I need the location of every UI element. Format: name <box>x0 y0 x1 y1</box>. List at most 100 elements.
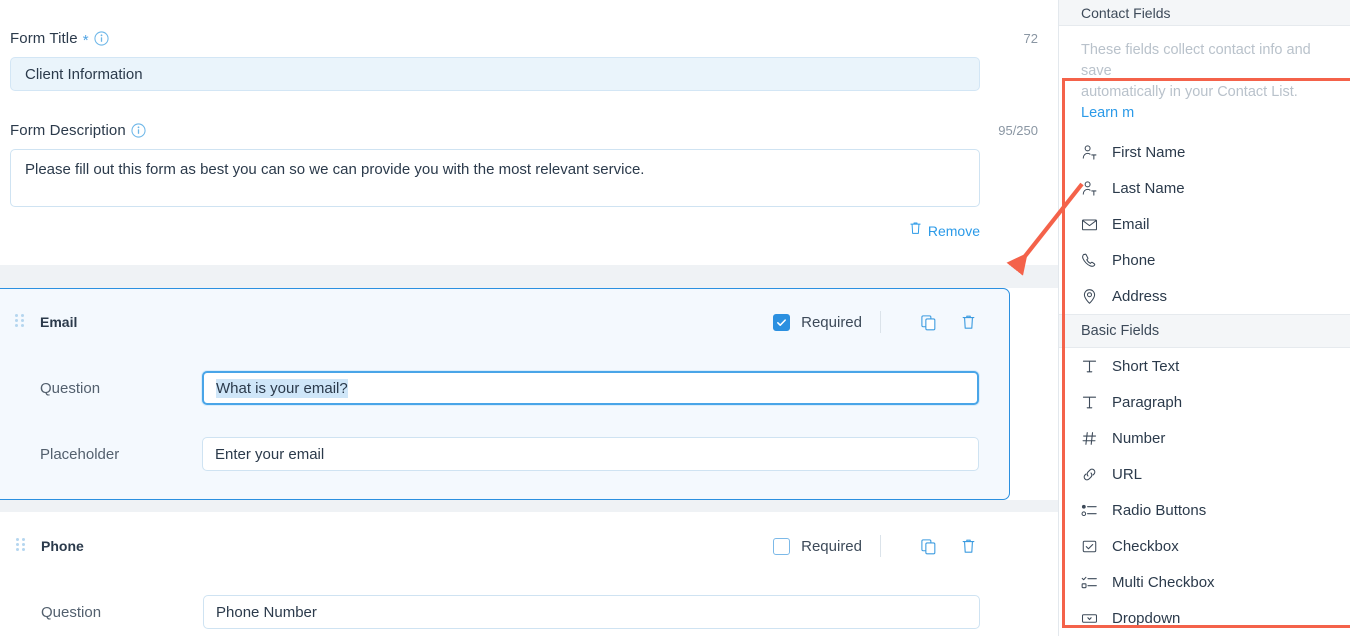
field-item-label: Address <box>1112 287 1168 305</box>
form-title-char-counter: 72 <box>1023 30 1038 46</box>
field-item-label: Multi Checkbox <box>1112 573 1215 591</box>
field-item-dropdown[interactable]: Dropdown <box>1059 600 1350 636</box>
required-label-phone: Required <box>801 537 862 555</box>
placeholder-input-email[interactable]: Enter your email <box>202 437 979 471</box>
section-divider-band-1 <box>0 265 1058 288</box>
field-card-phone-actions: Required <box>773 535 979 557</box>
field-item-email[interactable]: Email <box>1059 206 1350 242</box>
info-icon[interactable] <box>93 30 109 46</box>
field-item-label: Checkbox <box>1112 537 1179 555</box>
field-item-phone[interactable]: Phone <box>1059 242 1350 278</box>
form-header-section: Form Title * 72 Client Information Form … <box>0 0 1058 265</box>
hash-icon <box>1081 430 1098 447</box>
form-description-textarea[interactable]: Please fill out this form as best you ca… <box>10 149 980 207</box>
field-item-last-name[interactable]: Last Name <box>1059 170 1350 206</box>
question-input-phone[interactable]: Phone Number <box>203 595 980 629</box>
person-text-icon <box>1081 180 1098 197</box>
form-description-label-group: Form Description <box>10 122 146 139</box>
field-item-address[interactable]: Address <box>1059 278 1350 314</box>
remove-section-row: Remove <box>10 221 980 240</box>
dropdown-icon <box>1081 610 1098 627</box>
drag-handle-icon[interactable] <box>15 314 24 330</box>
field-item-url[interactable]: URL <box>1059 456 1350 492</box>
field-item-first-name[interactable]: First Name <box>1059 134 1350 170</box>
field-card-email-actions: Required <box>773 311 979 333</box>
form-title-label-row: Form Title * 72 <box>10 26 1048 50</box>
contact-description-line2: automatically in your Contact List. <box>1081 84 1298 101</box>
form-title-input[interactable]: Client Information <box>10 57 980 91</box>
required-checkbox-phone[interactable] <box>773 537 791 555</box>
field-types-panel: Contact Fields These fields collect cont… <box>1058 0 1350 636</box>
field-card-phone-title: Phone <box>41 538 84 554</box>
field-item-label: Email <box>1112 215 1150 233</box>
field-item-multi-checkbox[interactable]: Multi Checkbox <box>1059 564 1350 600</box>
field-item-label: Short Text <box>1112 357 1180 375</box>
question-input-email[interactable]: What is your email? <box>202 371 979 405</box>
person-text-icon <box>1081 144 1098 161</box>
action-separator <box>880 535 881 557</box>
trash-icon[interactable] <box>909 221 922 240</box>
field-card-email-title: Email <box>40 314 78 330</box>
duplicate-icon[interactable] <box>917 311 939 333</box>
form-title-label-group: Form Title * <box>10 29 109 49</box>
field-card-email[interactable]: Email Required Question What is your ema… <box>0 288 1010 500</box>
field-item-label: Phone <box>1112 251 1156 269</box>
action-separator <box>880 311 881 333</box>
field-row-question-phone: Question Phone Number <box>1 579 1009 636</box>
form-description-char-counter: 95/250 <box>998 122 1038 138</box>
form-title-label: Form Title <box>10 29 78 47</box>
field-row-label-placeholder: Placeholder <box>40 445 120 463</box>
form-description-label-row: Form Description 95/250 <box>10 118 1048 142</box>
field-item-paragraph[interactable]: Paragraph <box>1059 384 1350 420</box>
field-item-label: Last Name <box>1112 179 1185 197</box>
delete-icon[interactable] <box>957 535 979 557</box>
envelope-icon <box>1081 216 1098 233</box>
drag-handle-icon[interactable] <box>16 538 25 554</box>
section-divider-band-2 <box>0 500 1058 512</box>
required-checkbox-email[interactable] <box>773 313 791 331</box>
placeholder-input-email-value: Enter your email <box>215 445 325 463</box>
basic-fields-list: Short Text Paragraph Number URL Radio Bu… <box>1059 348 1350 636</box>
learn-more-link[interactable]: Learn m <box>1081 105 1134 121</box>
location-pin-icon <box>1081 288 1098 305</box>
delete-icon[interactable] <box>957 311 979 333</box>
remove-button[interactable]: Remove <box>928 223 980 239</box>
info-icon[interactable] <box>131 122 146 138</box>
form-description-value: Please fill out this form as best you ca… <box>25 161 645 178</box>
field-item-label: Radio Buttons <box>1112 501 1207 519</box>
contact-fields-list: First Name Last Name Email Phone Address <box>1059 134 1350 314</box>
field-item-checkbox[interactable]: Checkbox <box>1059 528 1350 564</box>
question-input-phone-value: Phone Number <box>216 603 317 621</box>
contact-fields-header: Contact Fields <box>1059 0 1350 26</box>
field-item-label: Number <box>1112 429 1166 447</box>
field-item-number[interactable]: Number <box>1059 420 1350 456</box>
field-item-label: First Name <box>1112 143 1186 161</box>
text-t-icon <box>1081 394 1098 411</box>
basic-fields-header: Basic Fields <box>1059 314 1350 349</box>
field-row-question-email: Question What is your email? <box>0 355 1009 421</box>
field-row-label-question: Question <box>40 379 101 397</box>
required-asterisk: * <box>82 31 89 49</box>
required-label-email: Required <box>801 313 862 331</box>
contact-description-line1: These fields collect contact info and sa… <box>1081 42 1311 80</box>
field-card-phone[interactable]: Phone Required Question Phone Number <box>0 512 1010 636</box>
field-row-label-question: Question <box>41 603 102 621</box>
field-item-label: Dropdown <box>1112 609 1181 627</box>
radio-list-icon <box>1081 502 1098 519</box>
multi-checkbox-icon <box>1081 574 1098 591</box>
form-description-label: Form Description <box>10 121 126 139</box>
field-row-placeholder-email: Placeholder Enter your email <box>0 421 1009 487</box>
form-title-input-value: Client Information <box>25 65 143 83</box>
link-icon <box>1081 466 1098 483</box>
contact-fields-description: These fields collect contact info and sa… <box>1059 26 1350 134</box>
text-t-icon <box>1081 358 1098 375</box>
field-item-radio-buttons[interactable]: Radio Buttons <box>1059 492 1350 528</box>
duplicate-icon[interactable] <box>917 535 939 557</box>
field-card-email-header: Email Required <box>0 289 1009 355</box>
field-item-label: URL <box>1112 465 1143 483</box>
phone-icon <box>1081 252 1098 269</box>
field-item-short-text[interactable]: Short Text <box>1059 348 1350 384</box>
form-editor-main: Form Title * 72 Client Information Form … <box>0 0 1058 636</box>
field-item-label: Paragraph <box>1112 393 1183 411</box>
question-input-email-value: What is your email? <box>216 378 348 398</box>
